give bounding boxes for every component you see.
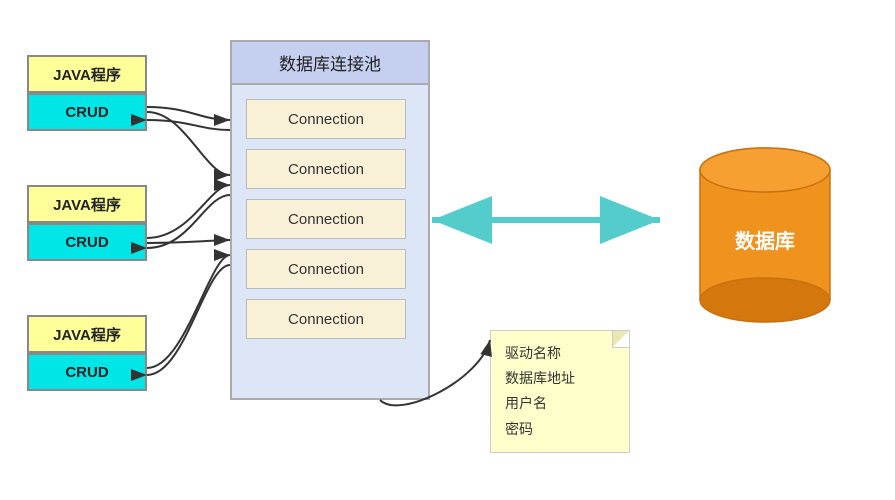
java-label-2: JAVA程序 — [27, 185, 147, 223]
java-group-1: JAVA程序 CRUD — [27, 55, 147, 131]
connection-3: Connection — [246, 199, 406, 239]
note-line-4: 密码 — [505, 417, 615, 442]
connection-pool: 数据库连接池 Connection Connection Connection … — [230, 40, 430, 400]
note-line-2: 数据库地址 — [505, 366, 615, 391]
java-label-1: JAVA程序 — [27, 55, 147, 93]
crud-label-1: CRUD — [27, 93, 147, 131]
java-group-3: JAVA程序 CRUD — [27, 315, 147, 391]
connection-5: Connection — [246, 299, 406, 339]
connection-1: Connection — [246, 99, 406, 139]
svg-text:数据库: 数据库 — [735, 229, 795, 253]
crud-label-3: CRUD — [27, 353, 147, 391]
pool-header: 数据库连接池 — [232, 42, 428, 85]
note-box: 驱动名称 数据库地址 用户名 密码 — [490, 330, 630, 453]
database-icon: 数据库 — [690, 140, 840, 330]
crud-label-2: CRUD — [27, 223, 147, 261]
note-line-3: 用户名 — [505, 391, 615, 416]
pool-connections: Connection Connection Connection Connect… — [232, 89, 428, 349]
diagram-container: JAVA程序 CRUD JAVA程序 CRUD JAVA程序 CRUD 数据库连… — [0, 0, 895, 500]
java-label-3: JAVA程序 — [27, 315, 147, 353]
note-line-1: 驱动名称 — [505, 341, 615, 366]
connection-4: Connection — [246, 249, 406, 289]
java-group-2: JAVA程序 CRUD — [27, 185, 147, 261]
connection-2: Connection — [246, 149, 406, 189]
